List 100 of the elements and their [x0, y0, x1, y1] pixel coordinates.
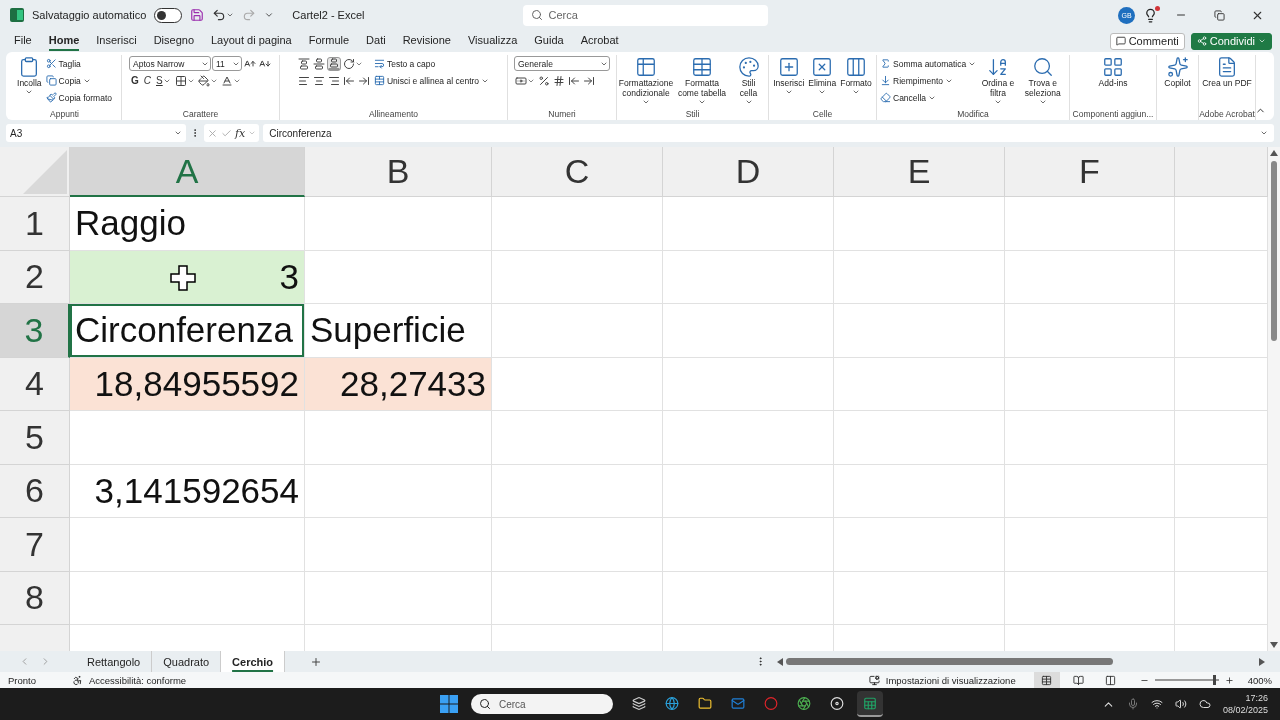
row-header[interactable]: 7 [0, 518, 70, 572]
ribbon-button[interactable]: Unisci e allinea al centro [372, 75, 491, 86]
align-middle-button[interactable] [311, 56, 326, 71]
row-header[interactable]: 1 [0, 197, 70, 251]
share-button[interactable]: Condividi [1190, 32, 1272, 50]
table-cell[interactable] [663, 518, 834, 572]
table-cell[interactable] [492, 197, 663, 251]
table-cell[interactable] [834, 197, 1005, 251]
table-cell[interactable]: 3,141592654 [70, 464, 305, 518]
table-cell[interactable] [1175, 304, 1268, 358]
column-header[interactable]: E [834, 147, 1005, 197]
table-cell[interactable]: Superficie [305, 304, 492, 358]
table-cell[interactable] [70, 411, 305, 465]
table-cell[interactable] [1175, 411, 1268, 465]
table-cell[interactable] [1005, 464, 1175, 518]
ribbon-button[interactable]: Incolla [16, 55, 43, 97]
table-cell[interactable] [1175, 250, 1268, 304]
ribbon-button[interactable]: Copia [44, 75, 92, 86]
lightbulb-icon[interactable] [1143, 7, 1158, 23]
table-cell[interactable] [305, 571, 492, 625]
volume-icon[interactable] [1174, 698, 1187, 710]
table-cell[interactable] [1175, 571, 1268, 625]
search-field[interactable]: Cerca [522, 4, 768, 26]
ribbon-button[interactable]: Elimina [807, 55, 838, 97]
ribbon-button[interactable]: Taglia [44, 58, 82, 69]
horizontal-scrollbar[interactable] [776, 655, 1266, 668]
row-header[interactable]: 2 [0, 250, 70, 304]
column-header[interactable]: A [70, 147, 305, 197]
table-cell[interactable] [834, 571, 1005, 625]
menu-tab[interactable]: Revisione [402, 31, 451, 51]
table-cell[interactable] [305, 411, 492, 465]
taskbar-search-field[interactable]: Cerca [471, 694, 613, 714]
dropdown-field[interactable]: Aptos Narrow [129, 56, 211, 71]
ribbon-button[interactable]: Formattazione condizionale [619, 55, 673, 107]
zoom-in-icon[interactable] [1224, 675, 1234, 685]
table-cell[interactable] [305, 250, 492, 304]
menu-tab[interactable]: Disegno [153, 31, 194, 51]
table-cell[interactable] [1005, 250, 1175, 304]
ribbon-button[interactable]: Testo a capo [372, 58, 437, 69]
table-cell[interactable] [1175, 518, 1268, 572]
formula-field[interactable]: Circonferenza [263, 124, 1274, 142]
table-cell[interactable] [1005, 518, 1175, 572]
table-cell[interactable] [834, 250, 1005, 304]
fill-color-button[interactable] [196, 73, 219, 88]
menu-tab[interactable]: Inserisci [96, 31, 137, 51]
row-header[interactable]: 3 [0, 304, 70, 358]
microphone-icon[interactable] [1126, 698, 1139, 710]
table-cell[interactable]: Circonferenza [70, 304, 305, 358]
table-cell[interactable] [834, 304, 1005, 358]
table-cell[interactable] [663, 357, 834, 411]
scroll-left-icon[interactable] [776, 657, 784, 666]
ribbon-button[interactable]: Somma automatica [879, 58, 978, 69]
table-cell[interactable] [663, 411, 834, 465]
table-cell[interactable] [834, 357, 1005, 411]
clock[interactable]: 17:26 08/02/2025 [1222, 692, 1268, 716]
column-header[interactable]: B [305, 147, 492, 197]
table-cell[interactable] [1005, 304, 1175, 358]
cloud-icon[interactable] [1198, 698, 1211, 710]
table-cell[interactable] [492, 250, 663, 304]
table-cell[interactable] [1175, 197, 1268, 251]
align-bottom-button[interactable] [326, 56, 341, 71]
table-cell[interactable] [1005, 571, 1175, 625]
autosave-toggle[interactable] [154, 7, 183, 23]
table-cell[interactable] [663, 571, 834, 625]
windows-start-icon[interactable] [440, 695, 458, 713]
column-header[interactable]: F [1005, 147, 1175, 197]
table-cell[interactable]: 28,27433 [305, 357, 492, 411]
table-cell[interactable] [1005, 197, 1175, 251]
orientation-button[interactable] [341, 56, 364, 71]
percent-button[interactable] [537, 73, 551, 88]
ribbon-button[interactable]: Stili cella [731, 55, 766, 107]
ribbon-button[interactable]: Formato [839, 55, 873, 97]
dropdown-field[interactable]: 11 [212, 56, 242, 71]
insert-function-button[interactable]: fx [235, 126, 246, 140]
table-cell[interactable] [1175, 357, 1268, 411]
save-button[interactable] [190, 8, 205, 22]
align-top-button[interactable] [296, 56, 311, 71]
undo-button[interactable] [212, 8, 235, 22]
table-cell[interactable] [305, 197, 492, 251]
table-cell[interactable] [492, 411, 663, 465]
column-header[interactable]: D [663, 147, 834, 197]
scroll-up-icon[interactable] [1270, 149, 1278, 157]
zoom-thumb[interactable] [1213, 675, 1217, 685]
table-cell[interactable] [492, 571, 663, 625]
underline-button[interactable]: S [154, 75, 173, 86]
ribbon-button[interactable]: Crea un PDF [1201, 55, 1253, 89]
table-cell[interactable] [1005, 357, 1175, 411]
comments-button[interactable]: Commenti [1109, 32, 1185, 50]
scroll-right-icon[interactable] [1258, 657, 1266, 666]
table-cell[interactable] [834, 411, 1005, 465]
ribbon-button[interactable]: Riempimento [879, 75, 955, 86]
ribbon-button[interactable]: Add-ins [1097, 55, 1129, 89]
row-header[interactable]: 6 [0, 464, 70, 518]
redo-button[interactable] [242, 8, 257, 22]
table-cell[interactable] [1005, 411, 1175, 465]
table-cell[interactable] [834, 464, 1005, 518]
ribbon-button[interactable]: Inserisci [772, 55, 806, 97]
table-cell[interactable]: 3 [70, 250, 305, 304]
ribbon-button[interactable]: Formatta come tabella [675, 55, 729, 107]
menu-tab[interactable]: Layout di pagina [211, 31, 292, 51]
